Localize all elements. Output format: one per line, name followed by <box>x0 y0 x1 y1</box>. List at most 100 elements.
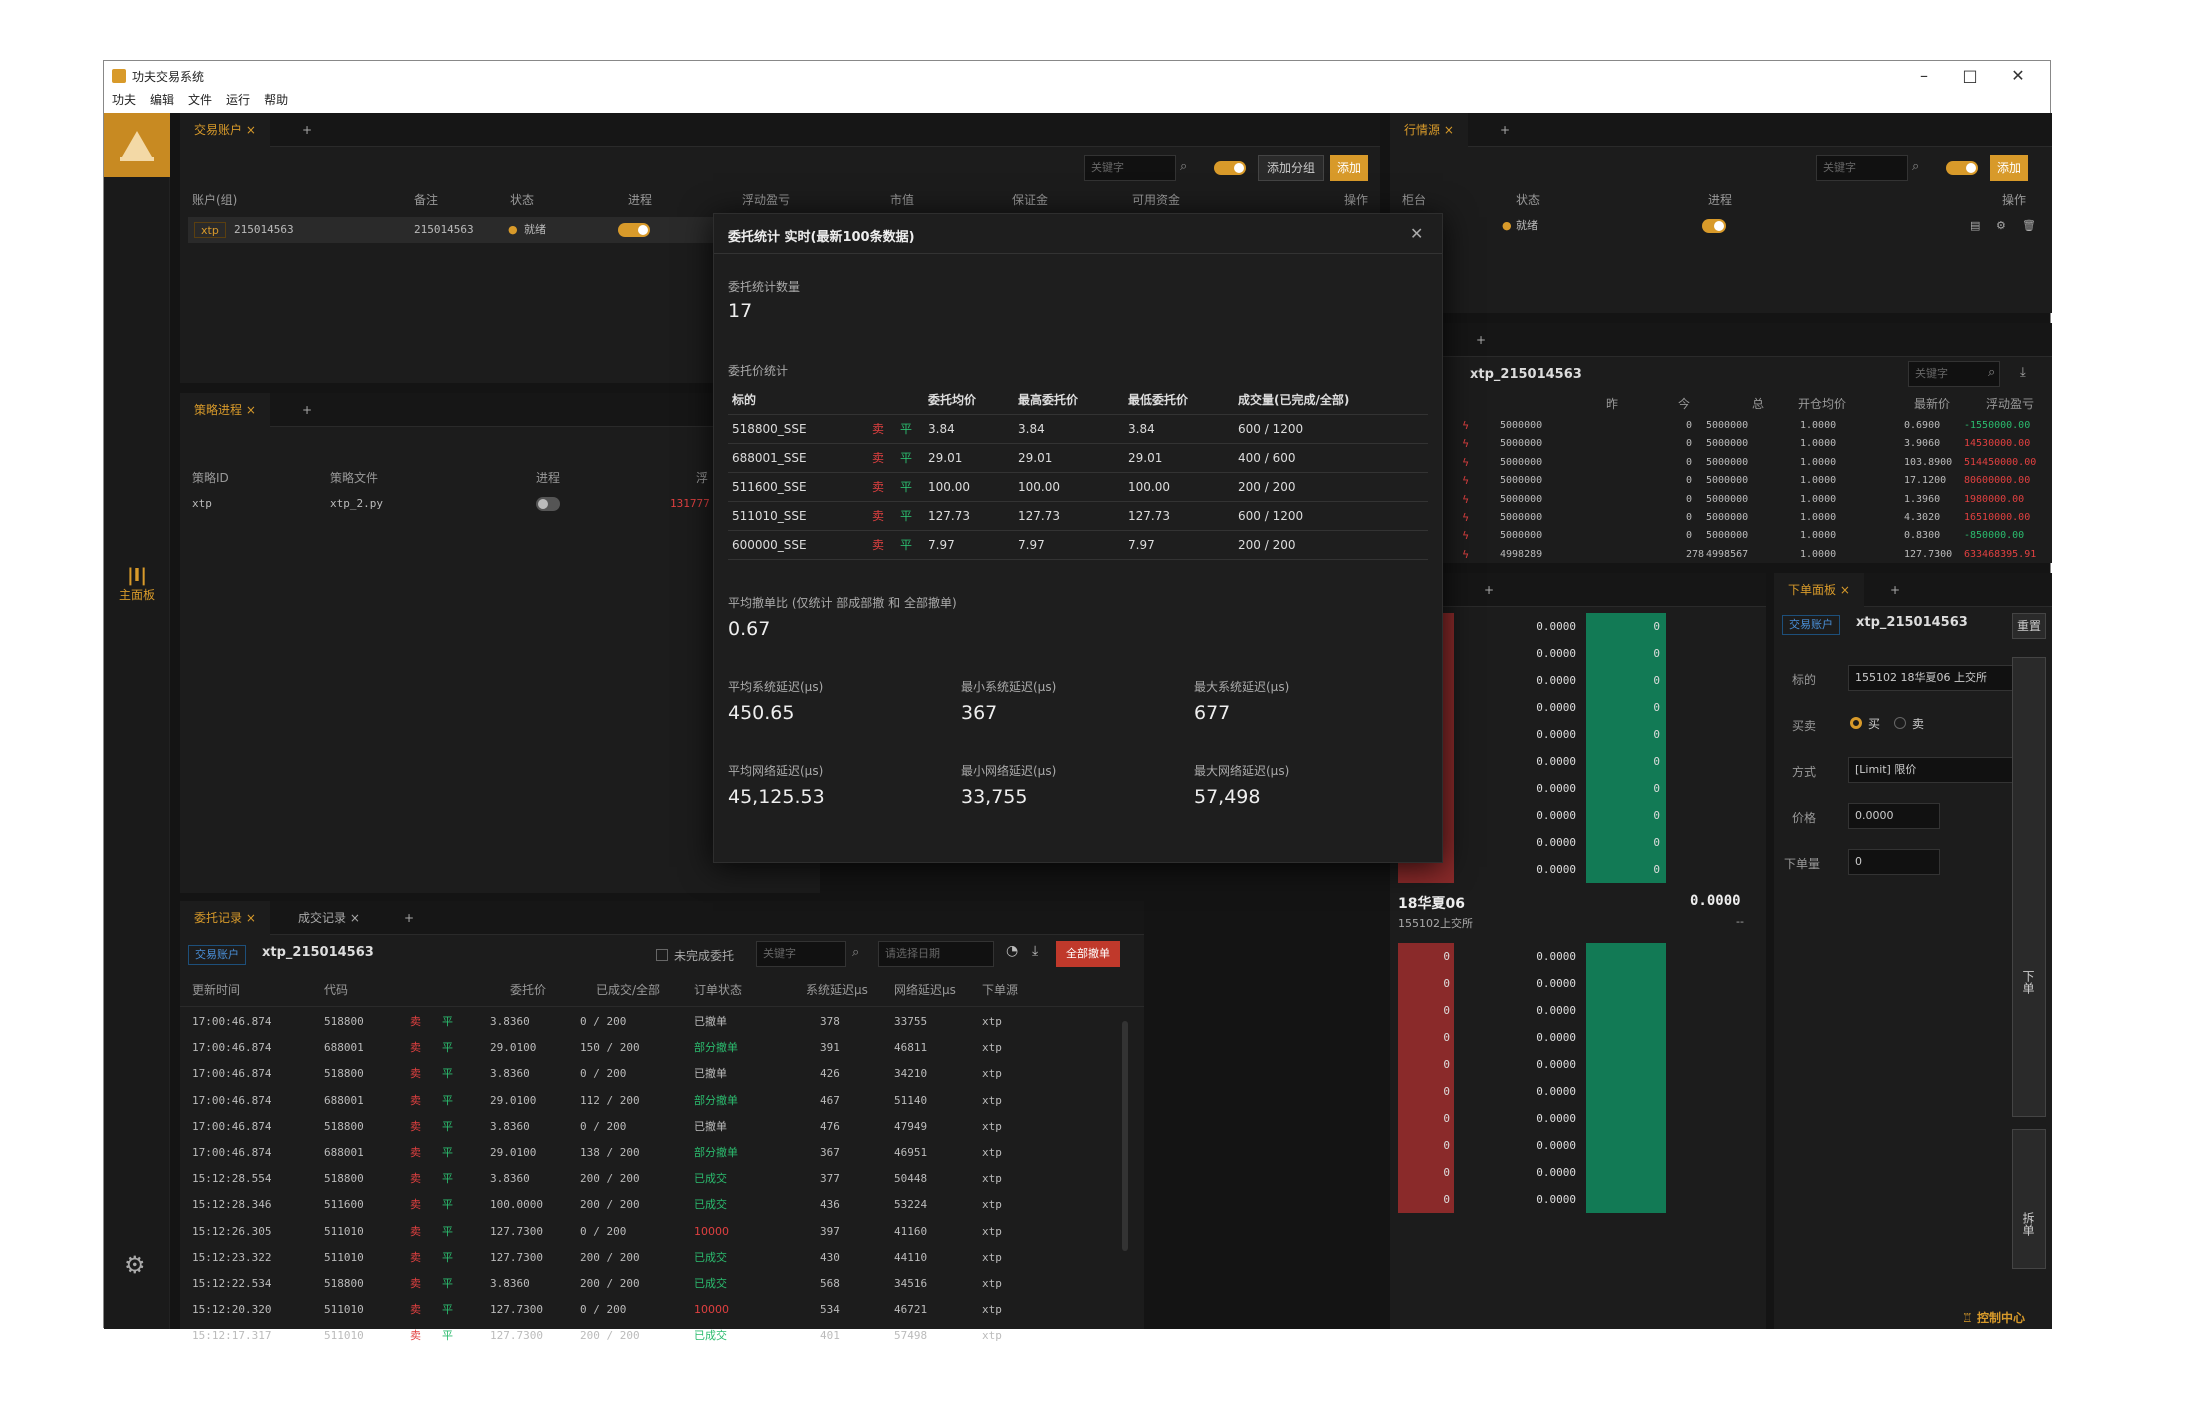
table-row[interactable]: 15:12:20.320 511010 卖 平 127.7300 0 / 200 10000… <box>180 1297 1120 1323</box>
depth-price[interactable]: 0.0000 <box>1536 674 1576 687</box>
col-net-latency[interactable]: 网络延迟μs <box>894 981 956 998</box>
menu-run[interactable]: 运行 <box>226 93 250 107</box>
col-float-pnl[interactable]: 浮动盈亏 <box>1986 395 2034 412</box>
strategy-process-toggle[interactable] <box>536 497 560 511</box>
depth-price[interactable]: 0.0000 <box>1536 1058 1576 1071</box>
table-row[interactable]: 15:12:23.322 511010 卖 平 127.7300 200 / 200 已成交… <box>180 1245 1120 1271</box>
submit-order-button[interactable]: 下单 <box>2012 657 2046 1117</box>
reset-button[interactable]: 重置 <box>2012 613 2046 639</box>
depth-price[interactable]: 0.0000 <box>1536 977 1576 990</box>
col-margin[interactable]: 保证金 <box>1012 191 1048 208</box>
maximize-icon[interactable]: □ <box>1950 65 1990 87</box>
table-row[interactable]: 15:12:28.554 518800 卖 平 3.8360 200 / 200 已成交 37… <box>180 1166 1120 1192</box>
add-tab-button[interactable]: + <box>1876 573 1914 607</box>
menu-file[interactable]: 文件 <box>188 93 212 107</box>
account-toggle[interactable] <box>1214 161 1246 175</box>
depth-price[interactable]: 0.0000 <box>1536 1139 1576 1152</box>
menu-kungfu[interactable]: 功夫 <box>112 93 136 107</box>
col-float-pnl[interactable]: 浮动盈亏 <box>742 191 790 208</box>
instrument-select[interactable]: 155102 18华夏06 上交所 <box>1848 665 2024 691</box>
table-row[interactable]: 深交所ϟ5000000050000001.00003.906014530000.… <box>1390 435 2052 453</box>
add-tab-button[interactable]: + <box>1470 573 1508 607</box>
depth-price[interactable]: 0.0000 <box>1536 728 1576 741</box>
close-icon[interactable]: ✕ <box>1410 224 1423 243</box>
md-process-toggle[interactable] <box>1702 219 1726 233</box>
col-available[interactable]: 可用资金 <box>1132 191 1180 208</box>
search-icon[interactable]: ⌕ <box>852 945 859 960</box>
price-input[interactable]: 0.0000 <box>1848 803 1940 829</box>
table-row[interactable]: 上交所ϟ5000000050000001.00004.302016510000.… <box>1390 509 2052 527</box>
add-md-button[interactable]: 添加 <box>1990 155 2028 181</box>
order-search-input[interactable]: 关键字 <box>756 941 846 967</box>
add-tab-button[interactable]: + <box>1486 113 1524 147</box>
table-row[interactable]: 深交所ϟ5000000050000001.00000.6900-1550000.… <box>1390 417 2052 435</box>
depth-price[interactable]: 0.0000 <box>1536 620 1576 633</box>
depth-price[interactable]: 0.0000 <box>1536 701 1576 714</box>
date-picker-input[interactable]: 请选择日期 <box>878 941 994 967</box>
account-search-input[interactable]: 关键字 <box>1084 155 1176 181</box>
tab-trades[interactable]: 成交记录 × <box>284 901 374 935</box>
depth-price[interactable]: 0.0000 <box>1536 1031 1576 1044</box>
table-row[interactable]: 深交所ϟ5000000050000001.0000103.89005144500… <box>1390 454 2052 472</box>
table-row[interactable]: 15:12:17.317 511010 卖 平 127.7300 200 / 200 已成交… <box>180 1323 1120 1349</box>
table-row[interactable]: 上交所ϟ499828927849985671.0000127.730063346… <box>1390 546 2052 563</box>
depth-price[interactable]: 0.0000 <box>1536 1085 1576 1098</box>
add-group-button[interactable]: 添加分组 <box>1258 155 1324 181</box>
position-search-input[interactable]: 关键字 <box>1908 361 2000 387</box>
depth-price[interactable]: 0.0000 <box>1536 1112 1576 1125</box>
depth-price[interactable]: 0.0000 <box>1536 1004 1576 1017</box>
depth-price[interactable]: 0.0000 <box>1536 755 1576 768</box>
add-tab-button[interactable]: + <box>288 393 326 427</box>
table-row[interactable]: 17:00:46.874 688001 卖 平 29.0100 150 / 200 部分撤单… <box>180 1035 1120 1061</box>
col-total[interactable]: 总 <box>1752 395 1764 412</box>
depth-price[interactable]: 0.0000 <box>1536 836 1576 849</box>
md-search-input[interactable]: 关键字 <box>1816 155 1908 181</box>
tab-strategy[interactable]: 策略进程 × <box>180 393 270 427</box>
col-update-time[interactable]: 更新时间 <box>192 981 240 998</box>
col-filled[interactable]: 已成交/全部 <box>596 981 660 998</box>
col-source[interactable]: 下单源 <box>982 981 1018 998</box>
col-market-value[interactable]: 市值 <box>890 191 914 208</box>
gear-icon[interactable]: ⚙ <box>124 1251 150 1279</box>
tab-orders[interactable]: 委托记录 × <box>180 901 270 935</box>
table-row[interactable]: 15:12:28.346 511600 卖 平 100.0000 200 / 200 已成交… <box>180 1192 1120 1218</box>
account-process-toggle[interactable] <box>618 223 650 237</box>
table-row[interactable]: 深交所ϟ5000000050000001.000017.120080600000… <box>1390 472 2052 490</box>
depth-price[interactable]: 0.0000 <box>1536 647 1576 660</box>
menu-help[interactable]: 帮助 <box>264 93 288 107</box>
col-yesterday[interactable]: 昨 <box>1606 395 1618 412</box>
trash-icon[interactable]: 🗑 <box>2022 213 2036 239</box>
depth-price[interactable]: 0.0000 <box>1536 863 1576 876</box>
volume-input[interactable]: 0 <box>1848 849 1940 875</box>
table-row[interactable]: 15:12:22.534 518800 卖 平 3.8360 200 / 200 已成交 56… <box>180 1271 1120 1297</box>
buy-radio[interactable] <box>1850 717 1862 729</box>
col-today[interactable]: 今 <box>1678 395 1690 412</box>
table-row[interactable]: 17:00:46.874 688001 卖 平 29.0100 112 / 200 部分撤单… <box>180 1088 1120 1114</box>
table-row[interactable]: 17:00:46.874 518800 卖 平 3.8360 0 / 200 已撤单 426 3… <box>180 1061 1120 1087</box>
tab-trading-account[interactable]: 交易账户 × <box>180 113 270 147</box>
tab-market-source[interactable]: 行情源 × <box>1390 113 1468 147</box>
minimize-icon[interactable]: – <box>1904 65 1944 87</box>
close-icon[interactable]: ✕ <box>1998 65 2038 87</box>
tab-place-order[interactable]: 下单面板 × <box>1774 573 1864 607</box>
cancel-all-button[interactable]: 全部撤单 <box>1056 941 1120 967</box>
search-icon[interactable]: ⌕ <box>1988 365 1995 380</box>
order-type-select[interactable]: [Limit] 限价 <box>1848 757 2024 783</box>
add-tab-button[interactable]: + <box>390 901 428 935</box>
table-row[interactable]: 17:00:46.874 518800 卖 平 3.8360 0 / 200 已撤单 378 3… <box>180 1009 1120 1035</box>
col-avg-price[interactable]: 开仓均价 <box>1798 395 1846 412</box>
depth-price[interactable]: 0.0000 <box>1536 809 1576 822</box>
depth-price[interactable]: 0.0000 <box>1536 1166 1576 1179</box>
col-sys-latency[interactable]: 系统延迟μs <box>806 981 868 998</box>
split-order-button[interactable]: 拆单 <box>2012 1129 2046 1269</box>
search-icon[interactable]: ⌕ <box>1180 159 1187 174</box>
depth-price[interactable]: 0.0000 <box>1536 1193 1576 1206</box>
md-toggle[interactable] <box>1946 161 1978 175</box>
md-row[interactable]: ● 就绪 ▤ ⚙ 🗑 <box>1390 213 2052 239</box>
download-icon[interactable]: ⤓ <box>2020 365 2026 380</box>
menu-edit[interactable]: 编辑 <box>150 93 174 107</box>
add-account-button[interactable]: 添加 <box>1330 155 1368 181</box>
col-last-price[interactable]: 最新价 <box>1914 395 1950 412</box>
search-icon[interactable]: ⌕ <box>1912 159 1919 174</box>
scrollbar[interactable] <box>1122 1021 1128 1251</box>
